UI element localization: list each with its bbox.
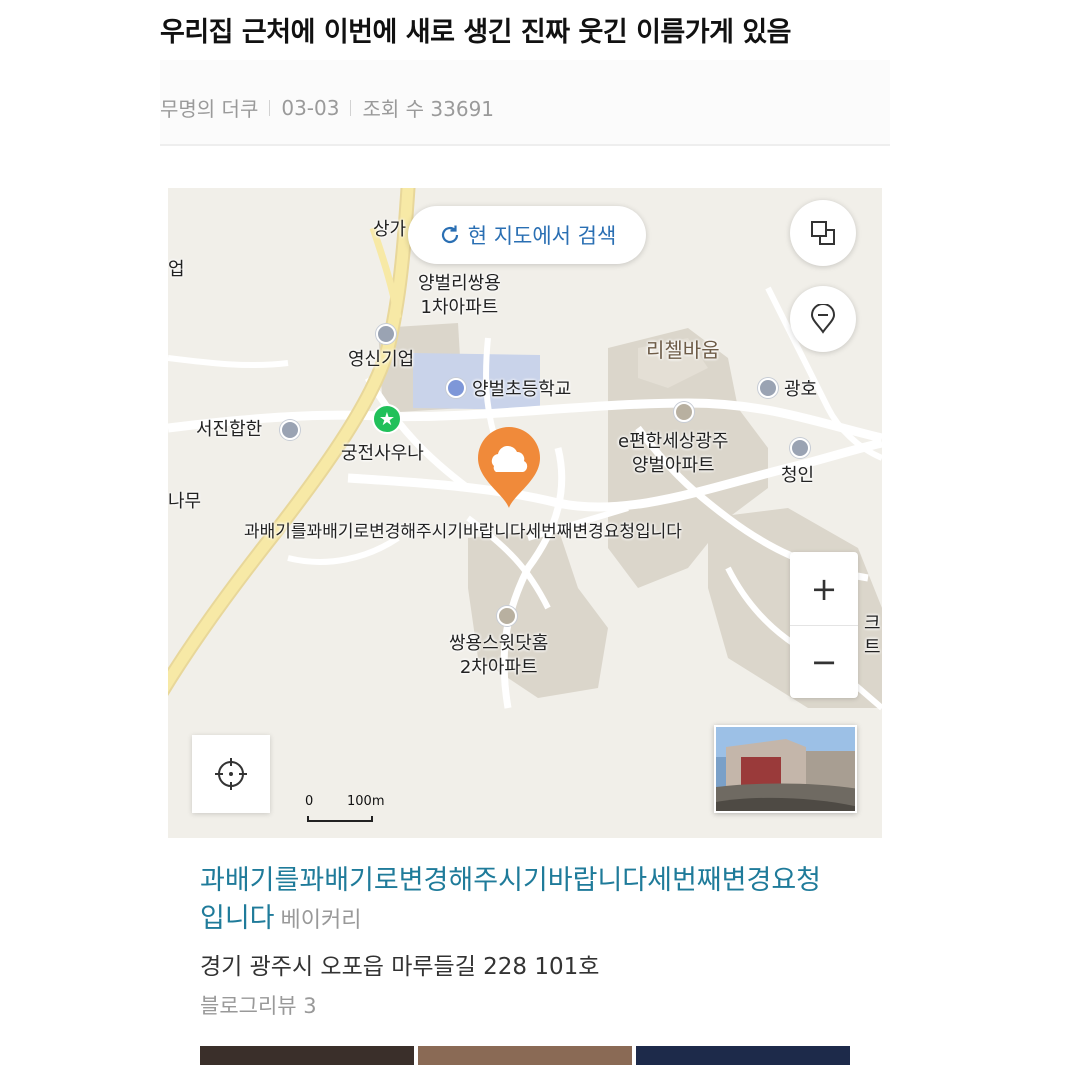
zoom-out-button[interactable]: − (790, 625, 858, 698)
refresh-icon (438, 223, 462, 247)
location-pin-icon (810, 304, 836, 334)
place-photo[interactable] (200, 1046, 414, 1065)
place-photo[interactable] (418, 1046, 632, 1065)
layers-button[interactable] (790, 200, 856, 266)
map-label: 영신기업 (348, 349, 415, 370)
street-view-thumbnail[interactable] (714, 725, 857, 813)
map-label: 업 (168, 259, 185, 280)
place-pin-icon[interactable] (474, 424, 544, 510)
meta-divider (350, 99, 352, 116)
map-label: 광호 (784, 379, 818, 400)
search-this-area-label: 현 지도에서 검색 (467, 224, 617, 248)
building-poi-icon[interactable] (758, 378, 778, 398)
scale-zero-label: 0 (305, 794, 314, 809)
school-poi-icon[interactable] (446, 378, 466, 398)
meta-divider (269, 99, 271, 116)
map-label: 양벌리쌍용 1차아파트 (418, 273, 501, 318)
place-photo-strip (200, 1046, 850, 1065)
map-label: 크 트 (864, 613, 881, 658)
map-label: 궁전사우나 (341, 443, 424, 464)
apartment-poi-icon[interactable] (497, 606, 517, 626)
map-label: 청인 (781, 465, 815, 486)
star-poi-icon[interactable]: ★ (372, 404, 402, 434)
map-label: 쌍용스윗닷홈 2차아파트 (449, 633, 549, 678)
building-poi-icon[interactable] (280, 420, 300, 440)
zoom-controls: + − (790, 552, 858, 698)
post-views: 조회 수 33691 (362, 97, 495, 121)
post-meta: 무명의 더쿠 03-03 조회 수 33691 (160, 60, 890, 146)
current-location-button[interactable] (192, 735, 270, 813)
search-this-area-button[interactable]: 현 지도에서 검색 (408, 206, 646, 264)
building-poi-icon[interactable] (790, 438, 810, 458)
place-location-button[interactable] (790, 286, 856, 352)
place-address: 경기 광주시 오포읍 마루들길 228 101호 (200, 954, 600, 980)
place-category: 베이커리 (280, 908, 362, 933)
place-name-link[interactable]: 과배기를꽈배기로변경해주시기바랍니다세번째변경요청입니다 베이커리 (200, 862, 840, 940)
blog-review-count[interactable]: 블로그리뷰 3 (200, 990, 317, 1020)
place-photo[interactable] (636, 1046, 850, 1065)
map-label-selected-place: 과배기를꽈배기로변경해주시기바랍니다세번째변경요청입니다 (244, 522, 682, 542)
map-label: 리첼바움 (646, 338, 720, 362)
map-label: 상가 (373, 219, 407, 240)
layers-icon (811, 221, 835, 245)
map-label: e편한세상광주 양벌아파트 (618, 431, 729, 476)
crosshair-icon (215, 758, 247, 790)
zoom-in-button[interactable]: + (790, 552, 858, 625)
apartment-poi-icon[interactable] (674, 402, 694, 422)
map-label: 양벌초등학교 (472, 379, 572, 400)
post-author[interactable]: 무명의 더쿠 (160, 93, 258, 122)
map-view[interactable]: ★ 상가 업 나무 양벌리쌍용 1차아파트 영신기업 양벌초등학교 리첼바움 광… (168, 188, 882, 838)
post-title: 우리집 근처에 이번에 새로 생긴 진짜 웃긴 이름가게 있음 (160, 17, 792, 48)
scale-distance-label: 100m (347, 794, 385, 809)
map-label: 서진합한 (196, 419, 263, 440)
building-poi-icon[interactable] (376, 324, 396, 344)
map-label: 나무 (168, 491, 202, 512)
post-date: 03-03 (281, 95, 340, 120)
scale-bar (307, 816, 373, 822)
